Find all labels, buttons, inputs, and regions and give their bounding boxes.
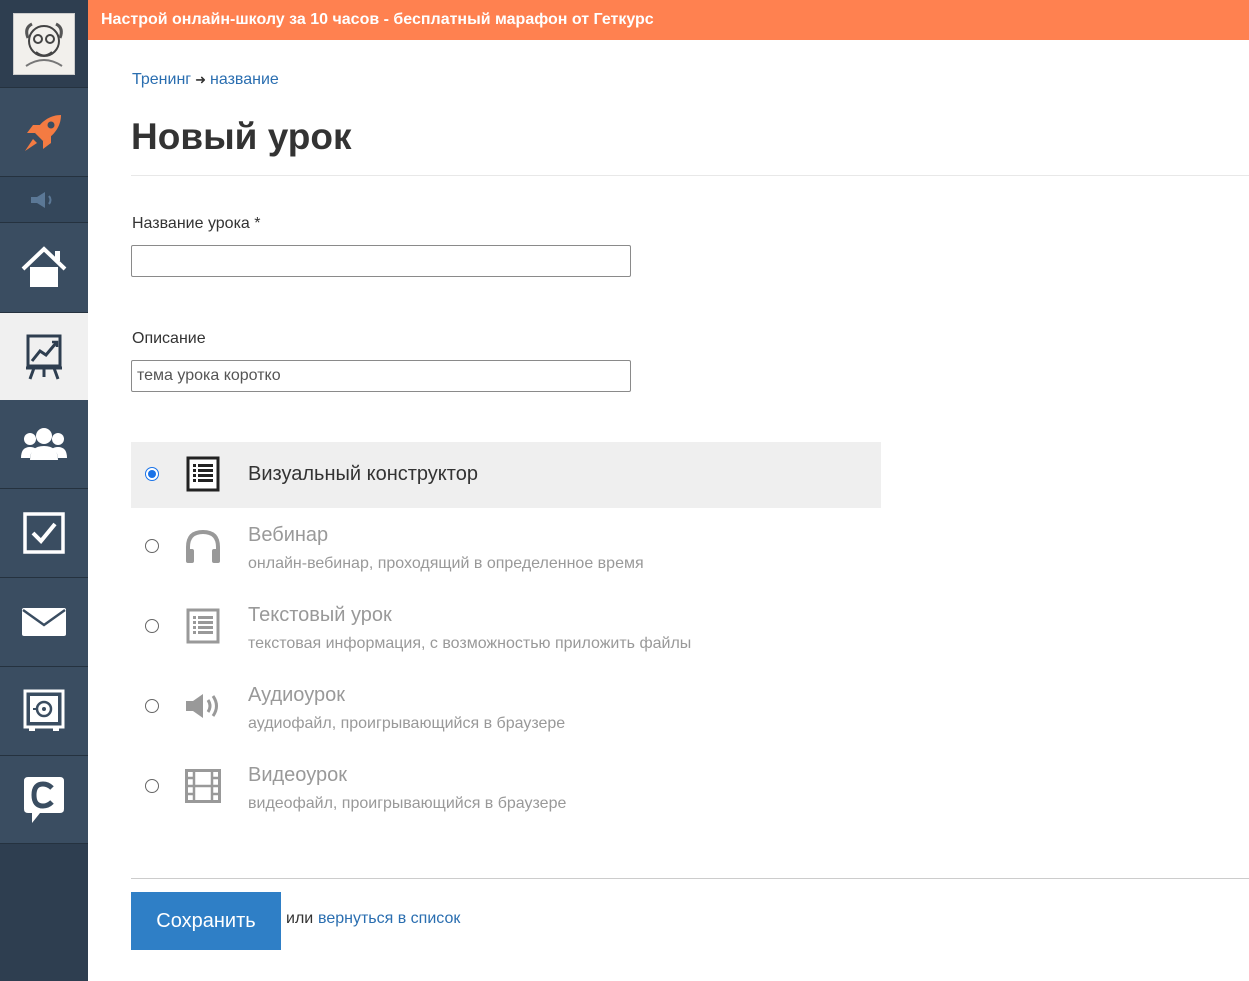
back-to-list-link[interactable]: вернуться в список (318, 910, 460, 928)
users-icon (21, 428, 67, 460)
sidebar-item-chat[interactable] (0, 756, 88, 844)
avatar-image (13, 12, 75, 75)
home-icon (21, 245, 67, 287)
lesson-type-visual-builder[interactable]: Визуальный конструктор (131, 442, 881, 508)
sidebar-item-training[interactable] (0, 313, 88, 400)
radio-visual-builder[interactable] (145, 467, 159, 481)
radio-audio[interactable] (145, 699, 159, 713)
promo-banner[interactable]: Настрой онлайн-школу за 10 часов - беспл… (88, 0, 1249, 40)
list-icon (184, 455, 222, 493)
chat-c-icon (24, 776, 64, 823)
lesson-name-input[interactable] (131, 245, 631, 277)
radio-video[interactable] (145, 779, 159, 793)
headphones-icon (184, 527, 222, 565)
lesson-type-title: Видеоурок (248, 764, 347, 786)
promo-banner-text[interactable]: Настрой онлайн-школу за 10 часов - беспл… (101, 11, 654, 29)
sidebar-item-users[interactable] (0, 400, 88, 489)
save-button[interactable]: Сохранить (131, 892, 281, 950)
sidebar-item-mail[interactable] (0, 578, 88, 667)
radio-text[interactable] (145, 619, 159, 633)
description-input[interactable] (131, 360, 631, 392)
title-divider (131, 175, 1249, 176)
footer-divider (131, 878, 1249, 879)
lesson-type-desc: онлайн-вебинар, проходящий в определенно… (248, 555, 644, 572)
lesson-type-desc: аудиофайл, проигрывающийся в браузере (248, 715, 566, 732)
mail-icon (22, 608, 66, 636)
lesson-type-title: Текстовый урок (248, 604, 392, 626)
lesson-type-video[interactable]: Видеоурок видеофайл, проигрывающийся в б… (131, 760, 881, 826)
film-icon (184, 767, 222, 805)
user-avatar[interactable] (0, 0, 88, 88)
breadcrumb: Тренинг ➜ название (132, 71, 279, 89)
or-text: или (286, 910, 314, 927)
lesson-type-audio[interactable]: Аудиоурок аудиофайл, проигрывающийся в б… (131, 680, 881, 746)
safe-icon (23, 689, 65, 731)
lesson-type-title: Вебинар (248, 524, 329, 546)
sidebar-item-rocket[interactable] (0, 88, 88, 177)
sidebar-item-home[interactable] (0, 223, 88, 313)
sidebar (0, 0, 88, 981)
lesson-type-webinar[interactable]: Вебинар онлайн-вебинар, проходящий в опр… (131, 520, 881, 586)
lesson-type-desc: видеофайл, проигрывающийся в браузере (248, 795, 567, 812)
lesson-type-text[interactable]: Текстовый урок текстовая информация, с в… (131, 600, 881, 666)
lesson-type-title: Аудиоурок (248, 684, 345, 706)
speaker-icon (184, 687, 222, 725)
lesson-type-desc: текстовая информация, с возможностью при… (248, 635, 692, 652)
breadcrumb-name-link[interactable]: название (210, 71, 279, 88)
text-list-icon (184, 607, 222, 645)
radio-webinar[interactable] (145, 539, 159, 553)
breadcrumb-training-link[interactable]: Тренинг (132, 71, 191, 88)
lesson-name-label: Название урока * (132, 215, 261, 232)
description-label: Описание (132, 330, 206, 347)
tasks-checkbox-icon (23, 512, 65, 554)
sidebar-item-announcements[interactable] (0, 177, 88, 223)
training-chart-icon (26, 334, 62, 380)
sidebar-item-safe[interactable] (0, 667, 88, 756)
rocket-icon (25, 115, 61, 151)
breadcrumb-arrow-icon: ➜ (195, 72, 207, 87)
speaker-icon (31, 191, 52, 208)
sidebar-item-tasks[interactable] (0, 489, 88, 578)
page-title: Новый урок (131, 116, 352, 157)
lesson-type-title: Визуальный конструктор (248, 463, 478, 485)
